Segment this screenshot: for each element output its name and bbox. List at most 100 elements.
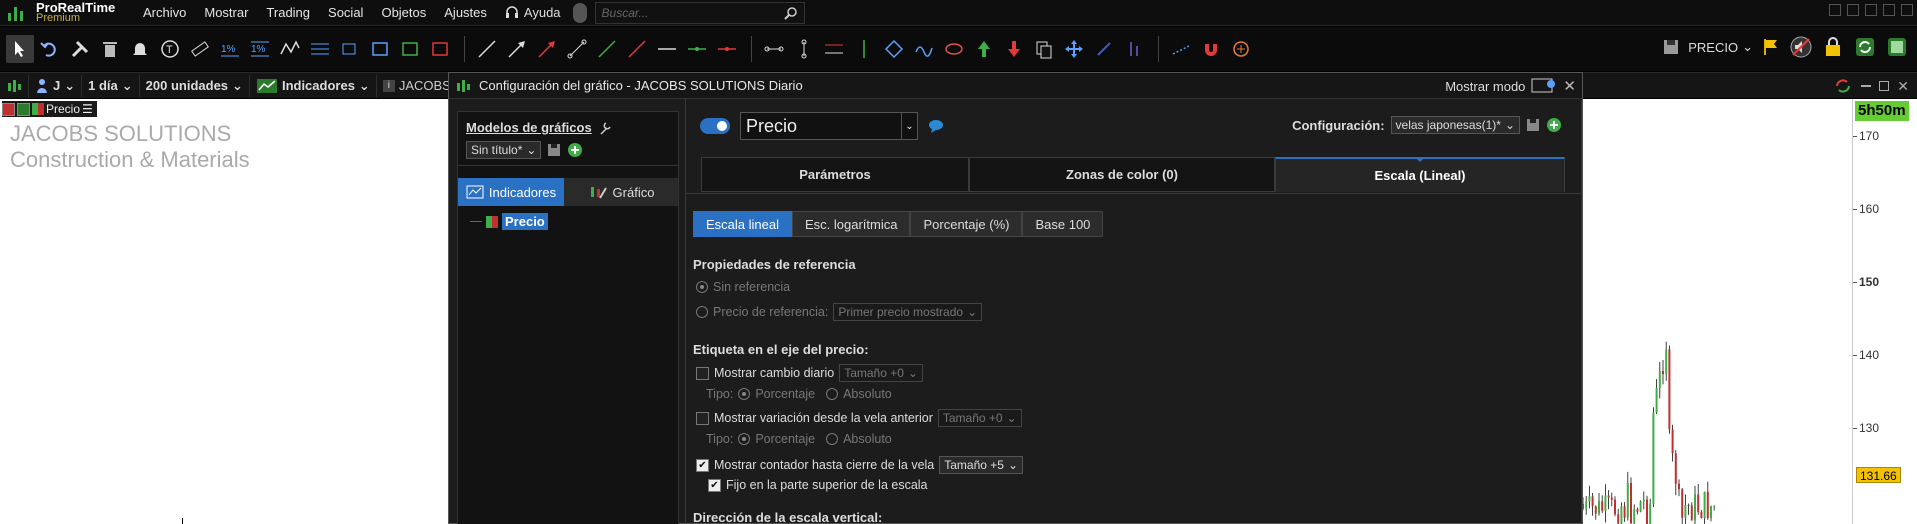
save-icon[interactable] [1526,118,1540,132]
save-icon[interactable] [1662,38,1680,56]
add-icon[interactable] [567,142,583,158]
move-icon[interactable] [1060,35,1088,63]
hline-green-icon[interactable] [683,35,711,63]
daily-change-checkbox[interactable] [696,366,709,380]
indicators-button[interactable]: Indicadores ⌄ [250,74,377,97]
ref-none-option[interactable]: Sin referencia [696,280,790,294]
rectangle-red-icon[interactable] [426,35,454,63]
variation-option[interactable]: Mostrar variación desde la vela anterior… [696,409,1022,427]
line-green-icon[interactable] [593,35,621,63]
price-type-dropdown[interactable]: PRECIO ⌄ [1688,39,1753,55]
tile-icon[interactable] [1847,4,1859,16]
menu-item-objetos[interactable]: Objetos [372,0,435,26]
save-icon[interactable] [547,143,561,157]
visibility-toggle[interactable] [700,118,730,134]
daily-change-option[interactable]: Mostrar cambio diario Tamaño +0 ⌄ [696,364,923,382]
line-white-icon[interactable] [473,35,501,63]
arrow-up-green-icon[interactable] [970,35,998,63]
absolute-radio[interactable] [826,433,839,445]
countdown-size-select[interactable]: Tamaño +5 ⌄ [939,456,1024,474]
help-menu[interactable]: Ayuda [496,0,569,26]
fibonacci-icon[interactable] [306,35,334,63]
arrow-down-red-icon[interactable] [2,102,15,116]
menu-item-trading[interactable]: Trading [257,0,319,26]
arrow-up-green-icon[interactable] [17,102,30,116]
lock-icon[interactable] [1821,35,1845,59]
close-icon[interactable] [1901,4,1913,16]
ruler-icon[interactable] [186,35,214,63]
model-select[interactable]: Sin título* ⌄ [466,141,542,159]
add-icon[interactable] [1546,117,1562,133]
pointer-tool-icon[interactable] [6,35,34,63]
ellipse-icon[interactable] [940,35,968,63]
flag-icon[interactable] [1761,37,1781,57]
search-icon[interactable] [783,6,798,20]
arrow-down-red-icon[interactable] [1000,35,1028,63]
wave-icon[interactable] [276,35,304,63]
sound-off-icon[interactable] [1789,35,1813,59]
layout-icon[interactable] [1885,35,1909,59]
percent-line-icon[interactable]: 1% [216,35,244,63]
percentage-radio[interactable] [738,433,751,445]
hline-red-icon[interactable] [713,35,741,63]
units-selector[interactable]: 200 unidades ⌄ [140,74,250,97]
maximize-icon[interactable] [1883,4,1895,16]
variation-checkbox[interactable] [696,411,709,425]
countdown-option[interactable]: ✔ Mostrar contador hasta cierre de la ve… [696,456,1024,474]
fixed-top-checkbox[interactable]: ✔ [708,478,721,492]
ref-price-radio[interactable] [696,306,708,318]
scale-base100-button[interactable]: Base 100 [1022,211,1104,237]
vline-icon[interactable] [850,35,878,63]
target-icon[interactable] [1227,35,1255,63]
tab-indicators[interactable]: Indicadores [458,178,564,206]
comment-icon[interactable] [928,119,944,133]
text-tool-icon[interactable]: T [156,35,184,63]
list-icon[interactable]: ☰ [82,102,93,116]
line-red-icon[interactable] [623,35,651,63]
percentage-radio[interactable] [738,388,751,400]
rectangle-blue-icon[interactable] [366,35,394,63]
alert-bell-icon[interactable] [126,35,154,63]
scale-linear-button[interactable]: Escala lineal [693,211,792,237]
menu-item-mostrar[interactable]: Mostrar [195,0,257,26]
fixed-top-option[interactable]: ✔ Fijo en la parte superior de la escala [708,478,928,492]
absolute-radio[interactable] [826,388,839,400]
trash-icon[interactable] [96,35,124,63]
scale-log-button[interactable]: Esc. logarítmica [792,211,911,237]
menu-item-social[interactable]: Social [319,0,372,26]
chart-tab[interactable]: i JACOBS [377,75,457,97]
display-mode-icon[interactable] [1531,77,1557,95]
configuration-select[interactable]: velas japonesas(1)* ⌄ [1390,116,1520,134]
minimize-icon[interactable] [1861,85,1872,87]
tools-icon[interactable] [66,35,94,63]
diamond-icon[interactable] [880,35,908,63]
menu-item-archivo[interactable]: Archivo [134,0,195,26]
hsegment-icon[interactable] [760,35,788,63]
arrow-red-icon[interactable] [533,35,561,63]
refresh-icon[interactable] [1833,76,1853,96]
ref-none-radio[interactable] [696,281,708,293]
tab-chart[interactable]: Gráfico [564,178,678,206]
rectangle-green-icon[interactable] [396,35,424,63]
sync-icon[interactable] [1853,35,1877,59]
arrow-white-icon[interactable] [503,35,531,63]
tab-scale[interactable]: Escala (Lineal) [1275,157,1565,192]
percent-channel-icon[interactable]: 1% [246,35,274,63]
minimize-icon[interactable] [1865,4,1877,16]
hline-white-icon[interactable] [653,35,681,63]
countdown-checkbox[interactable]: ✔ [696,458,709,472]
close-icon[interactable]: ✕ [1563,77,1576,95]
fib-fan-icon[interactable] [336,35,364,63]
ref-price-option[interactable]: Precio de referencia: Primer precio most… [696,303,983,321]
price-axis[interactable]: 170 160 150 140 130 [1852,99,1917,524]
pitchfork-icon[interactable] [1120,35,1148,63]
segment-icon[interactable] [563,35,591,63]
period-selector[interactable]: 1 día ⌄ [82,74,140,97]
maximize-icon[interactable] [1879,81,1890,91]
trendline-dashed-icon[interactable] [1167,35,1195,63]
tab-color-zones[interactable]: Zonas de color (0) [969,157,1275,192]
tab-parameters[interactable]: Parámetros [701,157,969,192]
cycles-icon[interactable] [910,35,938,63]
symbol-selector[interactable]: J ⌄ [29,74,83,97]
channel-icon[interactable] [820,35,848,63]
